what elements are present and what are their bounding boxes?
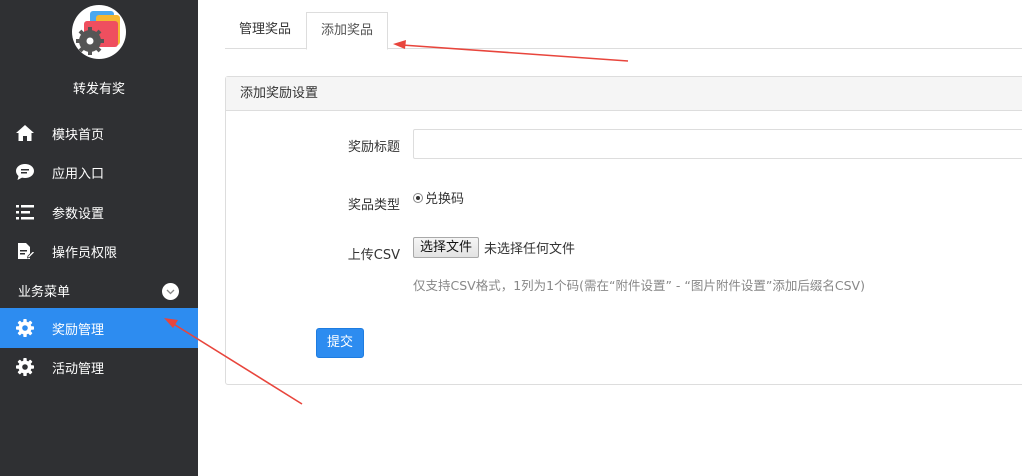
sidebar-item-reward-management[interactable]: 奖励管理	[0, 308, 198, 348]
file-status-text: 未选择任何文件	[484, 242, 576, 257]
prize-type-label: 奖品类型	[347, 198, 400, 213]
list-settings-icon	[14, 201, 36, 223]
sidebar: 转发有奖 模块首页 应用入口 参数设置 操作员权限 业务菜单 奖励管理 活动管理	[0, 0, 198, 476]
home-icon	[14, 122, 36, 144]
prize-type-option-redeem-code[interactable]: 兑换码	[413, 188, 464, 207]
tab-manage-prizes[interactable]: 管理奖品	[225, 12, 305, 49]
panel-title: 添加奖励设置	[226, 77, 1022, 111]
tab-add-prize[interactable]: 添加奖品	[306, 12, 389, 50]
section-title-business-menu: 业务菜单	[18, 285, 71, 300]
radio-button[interactable]	[413, 192, 423, 203]
choose-file-button[interactable]: 选择文件	[413, 237, 480, 258]
sidebar-item-label: 应用入口	[52, 166, 105, 182]
reward-title-input[interactable]	[413, 129, 1022, 159]
csv-file-picker: 选择文件 未选择任何文件	[413, 237, 575, 258]
sidebar-item-label: 参数设置	[52, 206, 105, 222]
radio-option-label: 兑换码	[425, 192, 465, 207]
module-logo	[72, 5, 126, 59]
submit-button[interactable]: 提交	[316, 328, 364, 358]
sidebar-item-label: 活动管理	[52, 361, 105, 377]
module-name: 转发有奖	[72, 82, 125, 97]
sidebar-item-operator-permissions[interactable]: 操作员权限	[0, 231, 198, 271]
reward-title-label: 奖励标题	[347, 140, 400, 155]
sidebar-item-label: 操作员权限	[52, 245, 118, 261]
sidebar-item-app-entry[interactable]: 应用入口	[0, 152, 198, 192]
gear-icon	[14, 356, 36, 378]
gear-icon	[14, 317, 36, 339]
chat-bubble-icon	[14, 161, 36, 183]
sidebar-item-module-home[interactable]: 模块首页	[0, 113, 198, 153]
sidebar-item-parameter-settings[interactable]: 参数设置	[0, 192, 198, 232]
upload-csv-label: 上传CSV	[347, 248, 400, 263]
chevron-down-icon[interactable]	[162, 283, 179, 300]
sidebar-item-activity-management[interactable]: 活动管理	[0, 347, 198, 387]
sidebar-item-label: 奖励管理	[52, 322, 105, 338]
csv-format-hint: 仅支持CSV格式，1列为1个码(需在“附件设置” - “图片附件设置”添加后缀名…	[413, 278, 865, 293]
sidebar-item-label: 模块首页	[52, 127, 105, 143]
tab-bar: 管理奖品 添加奖品	[225, 12, 1022, 50]
document-edit-icon	[14, 240, 36, 262]
add-reward-panel: 添加奖励设置 奖励标题 奖品类型 兑换码 上传CSV 选择文件 未选择任何文件 …	[225, 76, 1022, 385]
